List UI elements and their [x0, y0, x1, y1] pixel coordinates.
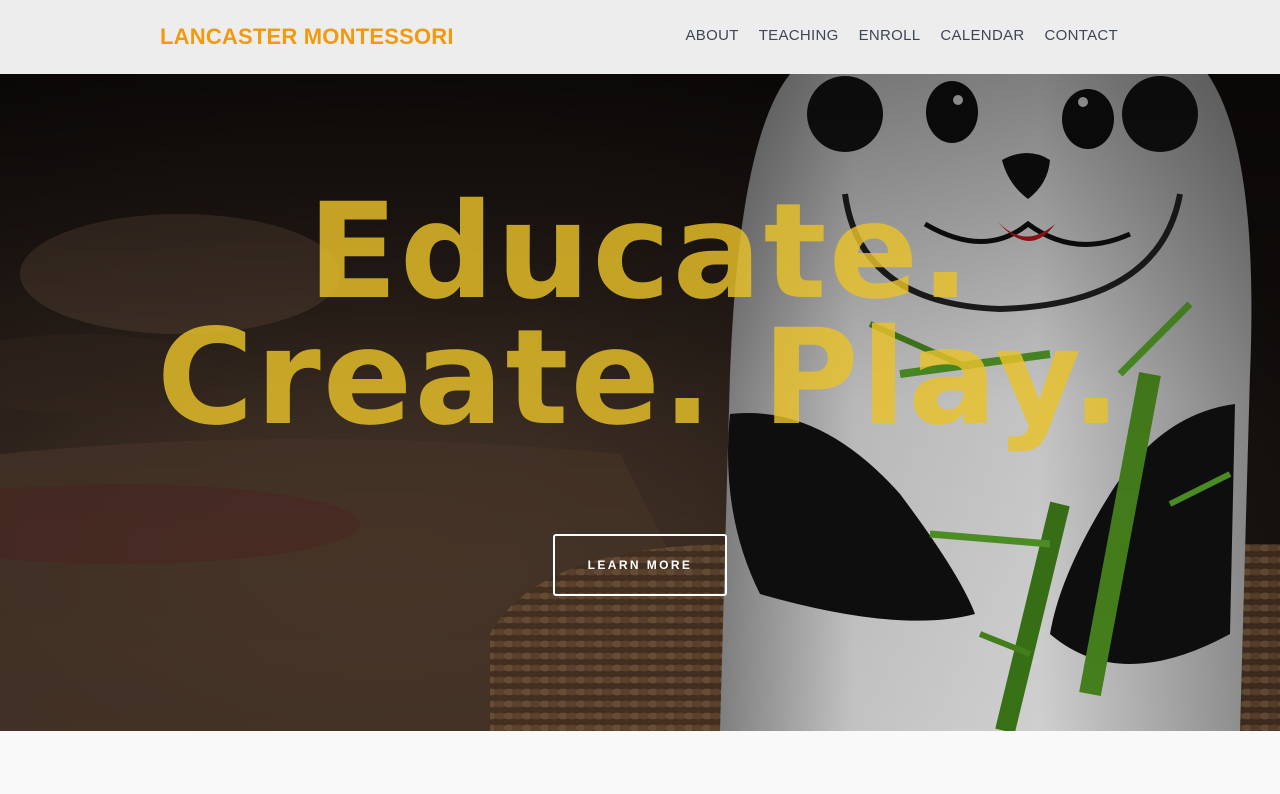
site-header: LANCASTER MONTESSORI ABOUT TEACHING ENRO… — [0, 0, 1280, 74]
hero-section: Educate. Create. Play. LEARN MORE — [0, 74, 1280, 731]
nav-about[interactable]: ABOUT — [686, 27, 739, 44]
nav-enroll[interactable]: ENROLL — [859, 27, 921, 44]
nav-contact[interactable]: CONTACT — [1045, 27, 1118, 44]
main-nav: ABOUT TEACHING ENROLL CALENDAR CONTACT — [686, 27, 1119, 44]
nav-calendar[interactable]: CALENDAR — [940, 27, 1024, 44]
nav-teaching[interactable]: TEACHING — [759, 27, 839, 44]
hero-headline-line1: Educate. — [307, 175, 973, 329]
hero-headline-line2: Create. Play. — [156, 301, 1124, 455]
learn-more-button[interactable]: LEARN MORE — [553, 534, 727, 596]
page-content-area — [0, 731, 1280, 794]
site-logo[interactable]: LANCASTER MONTESSORI — [160, 24, 454, 50]
